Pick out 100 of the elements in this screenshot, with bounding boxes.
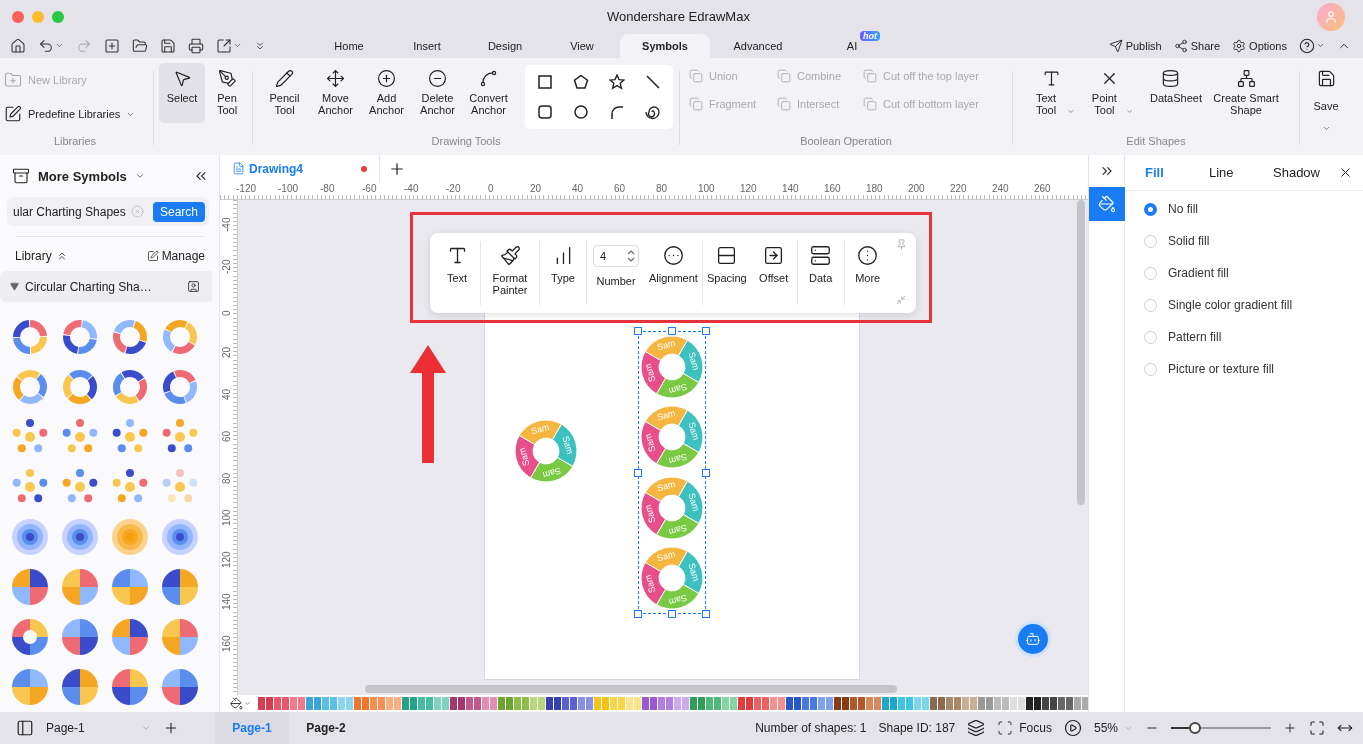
search-field[interactable]: ular Charting Shapes Search [7, 197, 209, 227]
library-section-header[interactable]: Circular Charting Sha… [0, 271, 212, 302]
move-tool[interactable]: Move Anchor [310, 63, 361, 122]
segment-label: Sam [655, 548, 677, 564]
network-tool[interactable]: Create Smart Shape [1205, 63, 1287, 122]
cross-tool[interactable]: Point Tool [1083, 63, 1135, 122]
fill-option[interactable]: Picture or texture fill [1125, 353, 1363, 385]
fill-option[interactable]: Gradient fill [1125, 257, 1363, 289]
toolbar-button[interactable]: Data [797, 241, 844, 305]
segment-label: Sam [642, 433, 658, 454]
fill-option[interactable]: Solid fill [1125, 225, 1363, 257]
shape-count: Number of shapes: 1 [755, 721, 867, 735]
group-label: Libraries [53, 135, 97, 149]
shape-id: Shape ID: 187 [878, 721, 956, 735]
page-tab[interactable]: Page-2 [289, 712, 363, 744]
ruler-label: -100 [278, 183, 298, 194]
predefine-libraries-button[interactable]: Predefine Libraries [4, 97, 144, 131]
focus-button[interactable]: Focus [997, 720, 1052, 736]
ruler-label: 0 [221, 310, 232, 316]
segment-label: Sam [655, 408, 677, 423]
ruler-label: 100 [221, 509, 232, 526]
text-tool[interactable]: Text Tool [1025, 63, 1077, 122]
ruler-label: 260 [1034, 183, 1051, 194]
select-tool[interactable]: Select [159, 63, 205, 123]
toolbar-button[interactable]: Alignment [645, 241, 702, 305]
segment-label: Sam [655, 338, 677, 353]
search-button[interactable]: Search [152, 201, 205, 222]
panel-tab[interactable]: Shadow [1273, 165, 1337, 180]
options-button[interactable]: Options [1232, 38, 1287, 53]
manage-button[interactable]: Manage [146, 249, 205, 264]
ruler-label: 20 [221, 346, 232, 358]
share-button[interactable]: Share [1173, 38, 1221, 53]
publish-button[interactable]: Publish [1108, 38, 1162, 53]
group-label: Drawing Tools [431, 135, 501, 149]
segment-label: Sam [686, 351, 702, 372]
library-label[interactable]: Library [15, 249, 52, 264]
ruler-label: 160 [221, 635, 232, 652]
page-dropdown[interactable]: Page-1 [46, 721, 151, 735]
segment-label: Sam [642, 503, 658, 524]
ruler-label: 180 [866, 183, 883, 194]
ruler-label: 0 [488, 183, 494, 194]
ruler-label: 20 [530, 183, 542, 194]
save-button[interactable]: Save [1304, 63, 1348, 139]
ruler-label: 40 [221, 388, 232, 400]
menu-tab[interactable]: Symbols [620, 34, 710, 58]
pen-tool[interactable]: Pen Tool [207, 63, 247, 123]
segment-label: Sam [642, 573, 658, 594]
toolbar-button[interactable]: Type [540, 241, 586, 305]
ruler-label: -60 [362, 183, 377, 194]
menu-tab[interactable]: Advanced [710, 34, 806, 58]
ruler-label: 80 [221, 472, 232, 484]
panel-title[interactable]: More Symbols [38, 168, 127, 184]
panel-tab[interactable]: Line [1209, 165, 1273, 180]
ruler-label: 80 [656, 183, 668, 194]
ruler-label: 120 [221, 551, 232, 568]
group-label: Boolean Operation [800, 135, 892, 149]
toolbar-button[interactable]: Spacing [702, 241, 751, 305]
ruler-label: 60 [614, 183, 626, 194]
minus-circle-tool[interactable]: Delete Anchor [412, 63, 463, 122]
segment-label: Sam [686, 561, 702, 583]
shape-frame[interactable]: Sam Sam Sam Sam [511, 416, 581, 486]
ruler-label: 120 [740, 183, 757, 194]
menu-tab[interactable]: Design [466, 34, 544, 58]
panel-tab[interactable]: Fill [1145, 165, 1209, 180]
menu-tab[interactable]: View [544, 34, 620, 58]
segment-label: Sam [529, 421, 551, 437]
ruler-label: -40 [404, 183, 419, 194]
ruler-label: -80 [320, 183, 335, 194]
toolbar-button[interactable]: Offset [750, 241, 797, 305]
number-input[interactable]: 4 [593, 245, 639, 267]
ruler-label: -120 [236, 183, 256, 194]
fill-option[interactable]: Pattern fill [1125, 321, 1363, 353]
segment-label: Sam [560, 434, 576, 456]
spline-tool[interactable]: Convert Anchor [463, 63, 514, 122]
fill-option[interactable]: Single color gradient fill [1125, 289, 1363, 321]
pencil-tool[interactable]: Pencil Tool [259, 63, 310, 122]
ruler-label: 200 [908, 183, 925, 194]
menu-tab[interactable]: Home [310, 34, 388, 58]
segment-label: Sam [667, 592, 689, 607]
toolbar-button[interactable]: More [844, 241, 891, 305]
toolbar-button[interactable]: Format Painter [481, 241, 539, 305]
zoom-dropdown[interactable]: 55% [1093, 721, 1133, 735]
menu-tab[interactable]: Insert [388, 34, 466, 58]
ruler-label: -20 [221, 259, 232, 274]
segment-label: Sam [667, 522, 689, 537]
segment-label: Sam [642, 362, 658, 384]
plus-circle-tool[interactable]: Add Anchor [361, 63, 412, 122]
segment-label: Sam [516, 446, 532, 468]
ruler-label: 140 [221, 593, 232, 610]
hot-badge: hot [860, 31, 880, 41]
number-label: Number [596, 275, 636, 287]
segment-label: Sam [541, 465, 563, 481]
window-title: Wondershare EdrawMax [607, 9, 750, 24]
segment-label: Sam [686, 491, 702, 512]
segment-label: Sam [686, 421, 702, 442]
toolbar-button[interactable]: Text [434, 241, 480, 305]
ruler-label: 220 [950, 183, 967, 194]
fill-option[interactable]: No fill [1125, 193, 1363, 225]
ruler-label: 60 [221, 430, 232, 442]
ruler-label: 100 [698, 183, 715, 194]
